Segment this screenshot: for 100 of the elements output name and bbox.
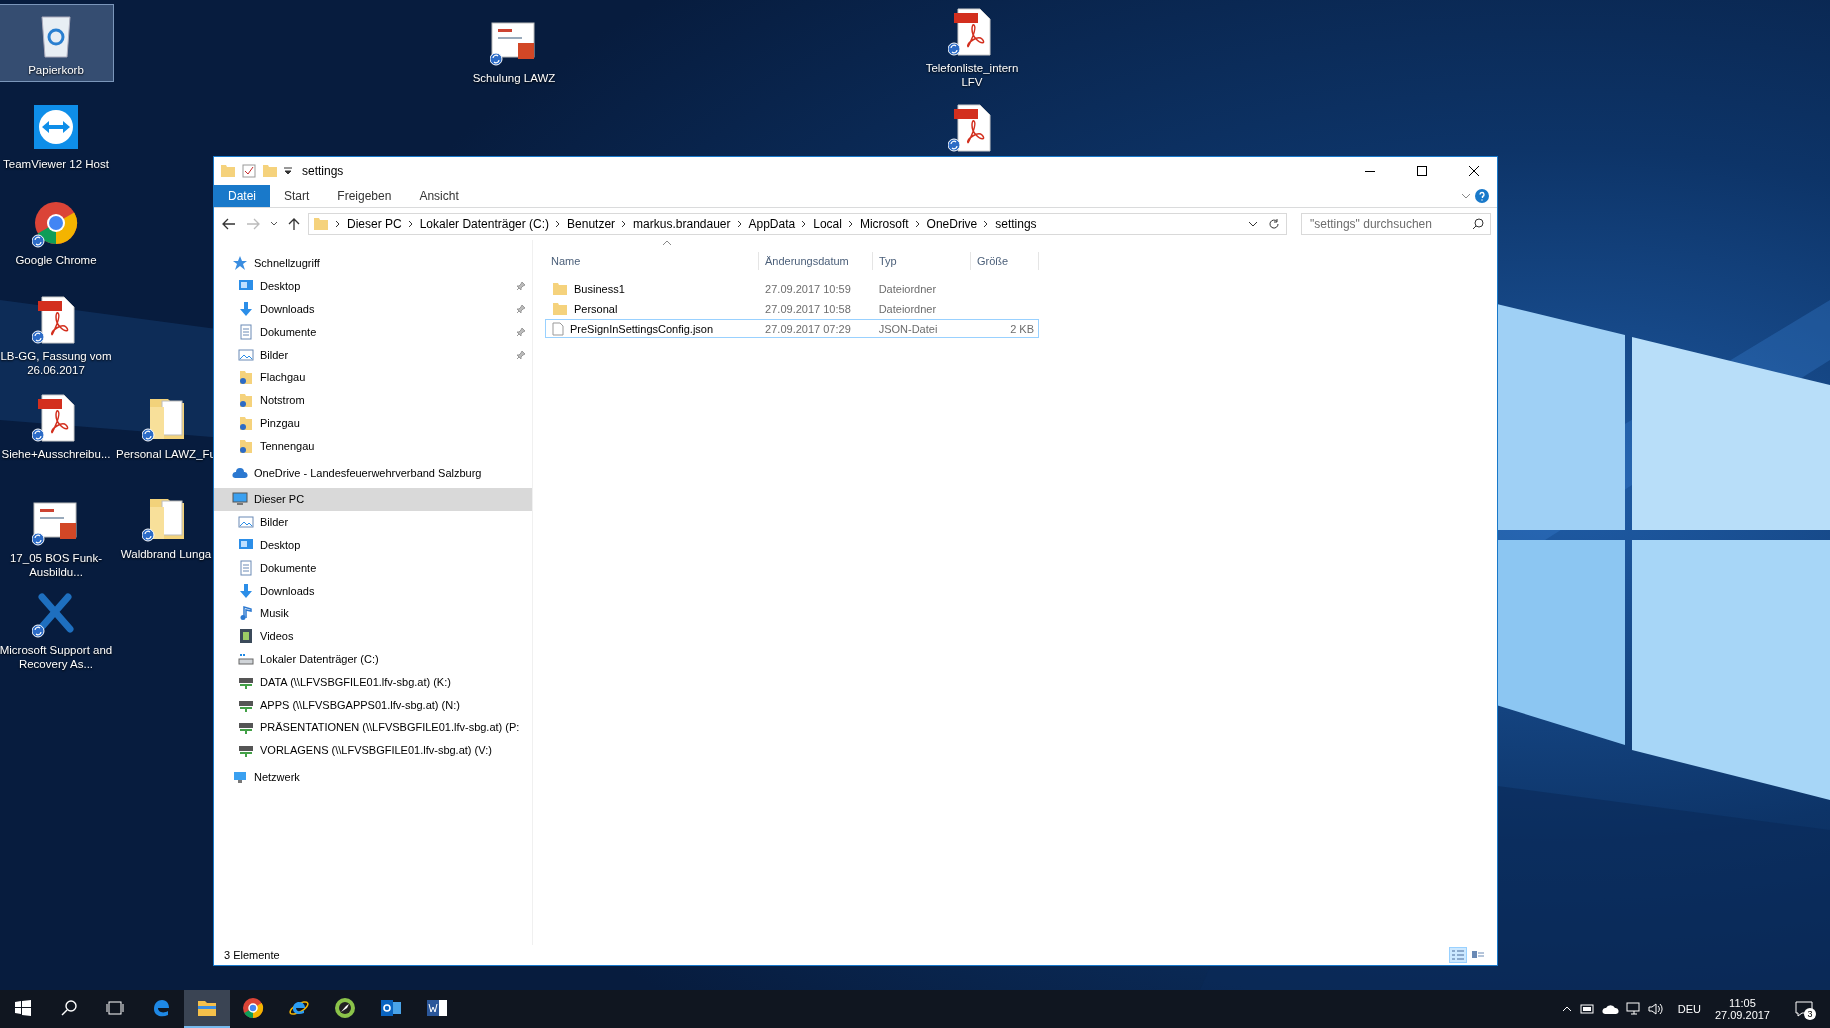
breadcrumb[interactable]: Lokaler Datenträger (C:) <box>419 217 550 231</box>
speaker-icon[interactable] <box>1647 1002 1664 1016</box>
file-name[interactable]: Personal <box>546 301 760 316</box>
chevron-right-icon[interactable] <box>847 220 854 228</box>
chevron-right-icon[interactable] <box>407 220 414 228</box>
address-bar[interactable]: Dieser PC Lokaler Datenträger (C:) Benutzer markus.brandauer AppData Local Microsoft OneDrive settings <box>308 213 1287 235</box>
nav-item[interactable]: OneDrive - Landesfeuerwehrverband Salzburg <box>214 461 532 484</box>
back-button[interactable] <box>220 216 238 232</box>
pictures-icon <box>238 346 254 363</box>
ribbon-tab[interactable]: Datei <box>214 185 270 207</box>
breadcrumb[interactable]: OneDrive <box>926 217 978 231</box>
network-icon[interactable] <box>1625 1002 1642 1016</box>
document-icon <box>238 323 254 340</box>
nav-item[interactable]: PRÄSENTATIONEN (\\LFVSBGFILE01.lfv-sbg.at) (P: <box>214 715 532 739</box>
pin-icon[interactable] <box>516 304 526 314</box>
column-header[interactable]: Typ <box>873 252 971 270</box>
nav-item[interactable]: Schnellzugriff <box>214 252 532 275</box>
desktop-icon-label[interactable]: Siehe+Ausschreibu... <box>1 447 111 461</box>
nav-item[interactable]: Musik <box>214 601 532 625</box>
breadcrumb[interactable]: Local <box>813 217 842 231</box>
back-arrow-icon <box>222 218 236 230</box>
folder-icon <box>238 392 254 409</box>
pin-icon[interactable] <box>516 349 526 360</box>
desktop-icon-label[interactable]: Papierkorb <box>28 63 84 77</box>
chevron-right-icon[interactable] <box>914 220 921 228</box>
desktop-icon-label[interactable]: Telefonliste_intern LFV <box>915 61 1029 89</box>
desktop-icon-label[interactable]: Personal LAWZ_Fu <box>116 447 216 461</box>
input-language[interactable]: DEU <box>1677 1003 1701 1015</box>
battery-icon[interactable] <box>1579 1003 1596 1015</box>
chevron-right-icon[interactable] <box>983 220 990 228</box>
refresh-button[interactable] <box>1266 216 1282 232</box>
nav-item[interactable]: Downloads <box>214 297 532 321</box>
desktop-icon-label[interactable]: Google Chrome <box>15 253 97 267</box>
desktop-icon-label[interactable]: Microsoft Support and Recovery As... <box>0 643 113 671</box>
nav-item[interactable]: Dieser PC <box>214 487 532 511</box>
nav-item[interactable]: Pinzgau <box>214 411 532 435</box>
nav-item[interactable]: Tennengau <box>214 434 532 458</box>
nav-item[interactable]: Downloads <box>214 579 532 602</box>
cloud-icon[interactable] <box>1601 1003 1620 1015</box>
ribbon-tab[interactable]: Freigeben <box>323 185 406 207</box>
breadcrumb[interactable]: AppData <box>748 217 796 231</box>
file-name[interactable]: Business1 <box>546 281 760 296</box>
breadcrumb[interactable]: settings <box>995 217 1037 231</box>
ribbon-tab[interactable]: Ansicht <box>405 185 473 207</box>
nav-item[interactable]: Bilder <box>214 343 532 366</box>
search-icon <box>61 1000 77 1016</box>
item-count: 3 Elemente <box>224 949 280 961</box>
chevron-right-icon[interactable] <box>555 220 562 228</box>
nav-item[interactable]: Flachgau <box>214 366 532 389</box>
nav-item[interactable]: Videos <box>214 624 532 648</box>
nav-item[interactable]: APPS (\\LFVSBGAPPS01.lfv-sbg.at) (N:) <box>214 693 532 716</box>
up-arrow-icon <box>288 217 300 231</box>
folder-icon <box>220 164 236 178</box>
nav-item[interactable]: Dokumente <box>214 320 532 344</box>
desktop-icon-label[interactable]: LB-GG, Fassung vom 26.06.2017 <box>0 349 113 377</box>
breadcrumb[interactable]: Microsoft <box>859 217 909 231</box>
column-header[interactable]: Name <box>545 252 759 270</box>
modified-date: 27.09.2017 10:58 <box>764 302 852 315</box>
breadcrumb[interactable]: Benutzer <box>567 217 616 231</box>
chevron-down-icon <box>1248 221 1258 227</box>
nav-item[interactable]: DATA (\\LFVSBGFILE01.lfv-sbg.at) (K:) <box>214 670 532 694</box>
chevron-right-icon[interactable] <box>335 220 341 228</box>
column-header[interactable]: Änderungsdatum <box>759 252 873 270</box>
nav-item[interactable]: Lokaler Datenträger (C:) <box>214 647 532 671</box>
desktop-icon-label[interactable]: Waldbrand Lunga <box>120 547 212 561</box>
chevron-down-icon <box>1461 193 1471 199</box>
desktop-icon-label[interactable]: 17_05 BOS Funk-Ausbildu... <box>0 551 113 579</box>
nav-item[interactable]: Netzwerk <box>214 765 532 789</box>
file-name[interactable]: PreSignInSettingsConfig.json <box>546 321 760 336</box>
breadcrumb[interactable]: markus.brandauer <box>633 217 731 231</box>
taskbar-app-button[interactable] <box>184 990 230 1028</box>
search-field[interactable]: "settings" durchsuchen <box>1301 213 1491 235</box>
ribbon-tab[interactable]: Start <box>270 185 324 207</box>
tiles-icon <box>1472 950 1484 960</box>
desktop-icon-label[interactable]: Schulung LAWZ <box>472 71 556 85</box>
chevron-right-icon[interactable] <box>801 220 808 228</box>
notifications-button[interactable]: 3 <box>1784 990 1824 1028</box>
pin-icon[interactable] <box>516 281 526 292</box>
nav-item[interactable]: VORLAGENS (\\LFVSBGFILE01.lfv-sbg.at) (V:) <box>214 738 532 762</box>
nav-item[interactable]: Dokumente <box>214 556 532 580</box>
task-view-icon <box>106 1001 124 1015</box>
desktop-icon-label[interactable]: TeamViewer 12 Host <box>3 157 109 171</box>
nav-item[interactable]: Desktop <box>214 274 532 298</box>
breadcrumb[interactable]: Dieser PC <box>347 217 402 231</box>
chevron-right-icon[interactable] <box>736 220 743 228</box>
checkmark-document-icon <box>242 164 256 178</box>
message-icon <box>1795 1001 1813 1017</box>
close-icon <box>1469 166 1479 176</box>
nav-item[interactable]: Notstrom <box>214 388 532 412</box>
folder-icon <box>238 369 254 386</box>
chevron-right-icon[interactable] <box>621 220 628 228</box>
clock[interactable]: 11:05 27.09.2017 <box>1706 997 1778 1021</box>
nav-item[interactable]: Desktop <box>214 533 532 557</box>
address-dropdown-button[interactable] <box>1246 219 1260 229</box>
nav-item[interactable]: Bilder <box>214 510 532 534</box>
pin-icon[interactable] <box>516 326 526 337</box>
computer-icon <box>232 491 248 508</box>
column-header[interactable]: Größe <box>971 252 1039 270</box>
chrome-icon <box>32 199 80 249</box>
file-type: Dateiordner <box>877 302 938 315</box>
